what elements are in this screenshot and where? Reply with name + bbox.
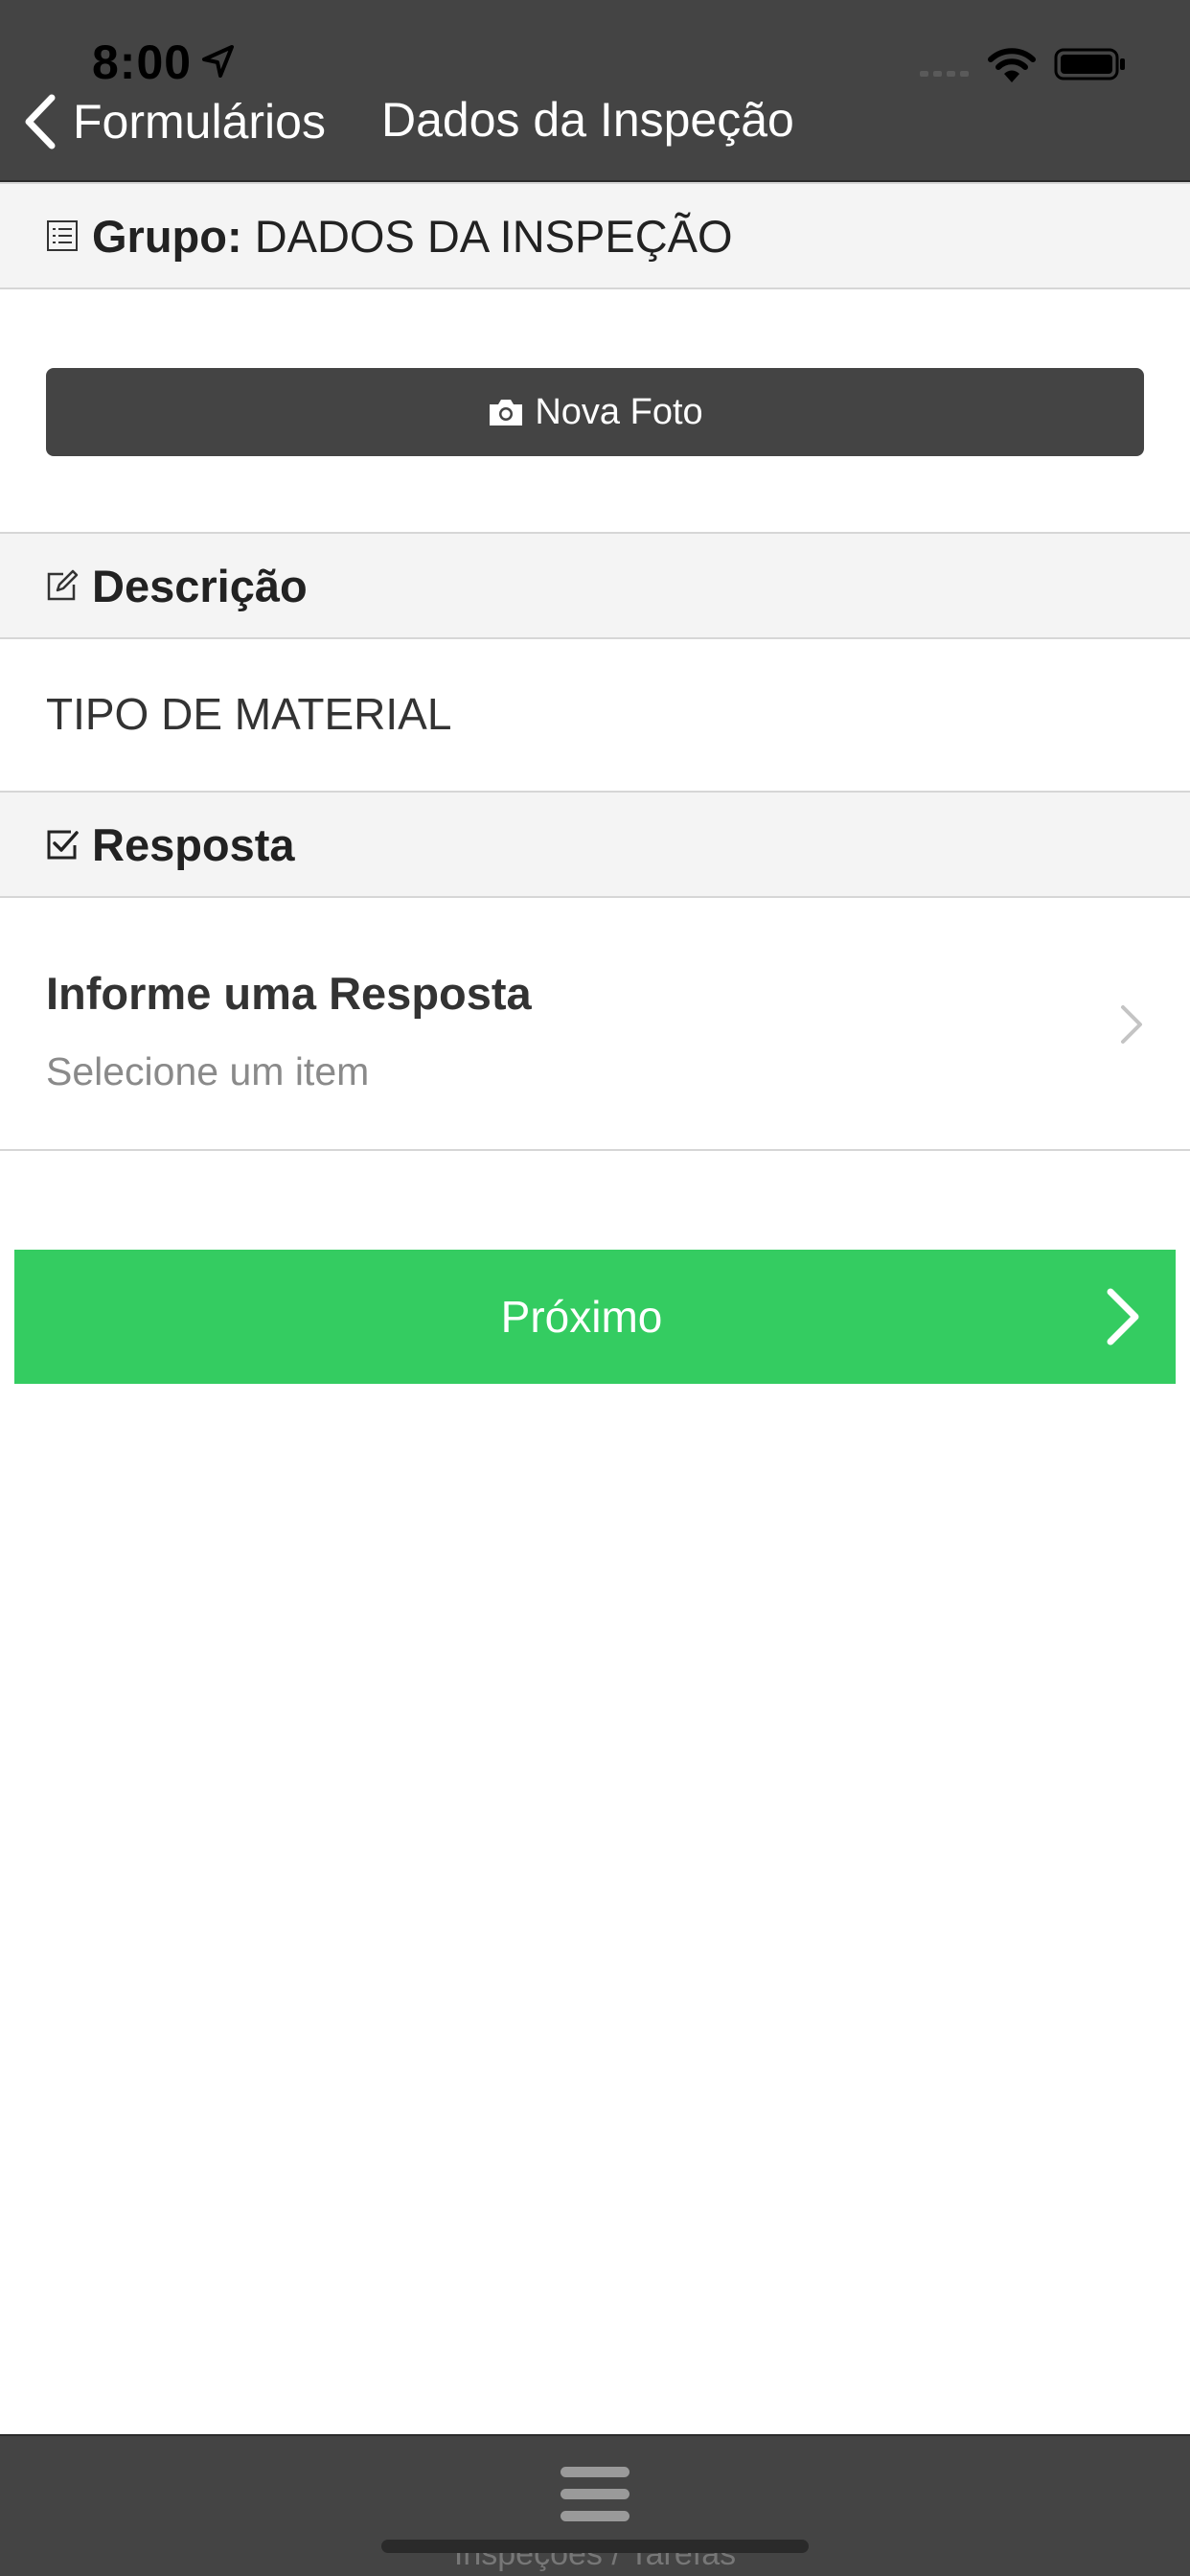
edit-icon xyxy=(47,569,79,601)
response-placeholder: Selecione um item xyxy=(46,1049,370,1093)
location-arrow-icon xyxy=(202,45,234,78)
battery-icon xyxy=(1054,48,1125,80)
cellular-signal-icon xyxy=(920,71,969,77)
new-photo-label: Nova Foto xyxy=(535,391,703,432)
back-button-label: Formulários xyxy=(73,95,326,149)
back-button[interactable]: Formulários xyxy=(21,90,326,153)
list-icon xyxy=(47,220,78,251)
status-time: 8:00 xyxy=(92,35,193,89)
next-button-label: Próximo xyxy=(500,1292,663,1342)
page-title: Dados da Inspeção xyxy=(381,93,794,147)
chevron-left-icon xyxy=(25,94,56,150)
group-header: Grupo: DADOS DA INSPEÇÃO xyxy=(0,182,1190,289)
response-field-label: Informe uma Resposta xyxy=(46,968,532,1019)
group-title: Grupo: DADOS DA INSPEÇÃO xyxy=(92,210,733,263)
new-photo-button[interactable]: Nova Foto xyxy=(46,368,1144,456)
next-button[interactable]: Próximo xyxy=(14,1250,1176,1384)
top-bar: 8:00 Formulários Dados da Inspeção xyxy=(0,0,1190,182)
wifi-icon xyxy=(988,48,1036,82)
group-value: DADOS DA INSPEÇÃO xyxy=(254,210,733,262)
camera-icon xyxy=(490,400,523,426)
response-header: Resposta xyxy=(0,791,1190,898)
checkbox-icon xyxy=(47,830,79,860)
response-select[interactable]: Informe uma Resposta Selecione um item xyxy=(0,898,1190,1151)
bottom-tab-bar: Inspeções / Tarefas xyxy=(0,2434,1190,2576)
chevron-right-icon xyxy=(1121,1005,1142,1044)
description-value: TIPO DE MATERIAL xyxy=(46,689,452,739)
hamburger-menu-icon[interactable] xyxy=(561,2465,629,2524)
description-header: Descrição xyxy=(0,532,1190,639)
chevron-right-icon xyxy=(1107,1288,1139,1346)
description-title: Descrição xyxy=(92,560,308,611)
home-indicator xyxy=(381,2540,809,2553)
response-title: Resposta xyxy=(92,818,295,870)
group-label: Grupo: xyxy=(92,210,242,262)
